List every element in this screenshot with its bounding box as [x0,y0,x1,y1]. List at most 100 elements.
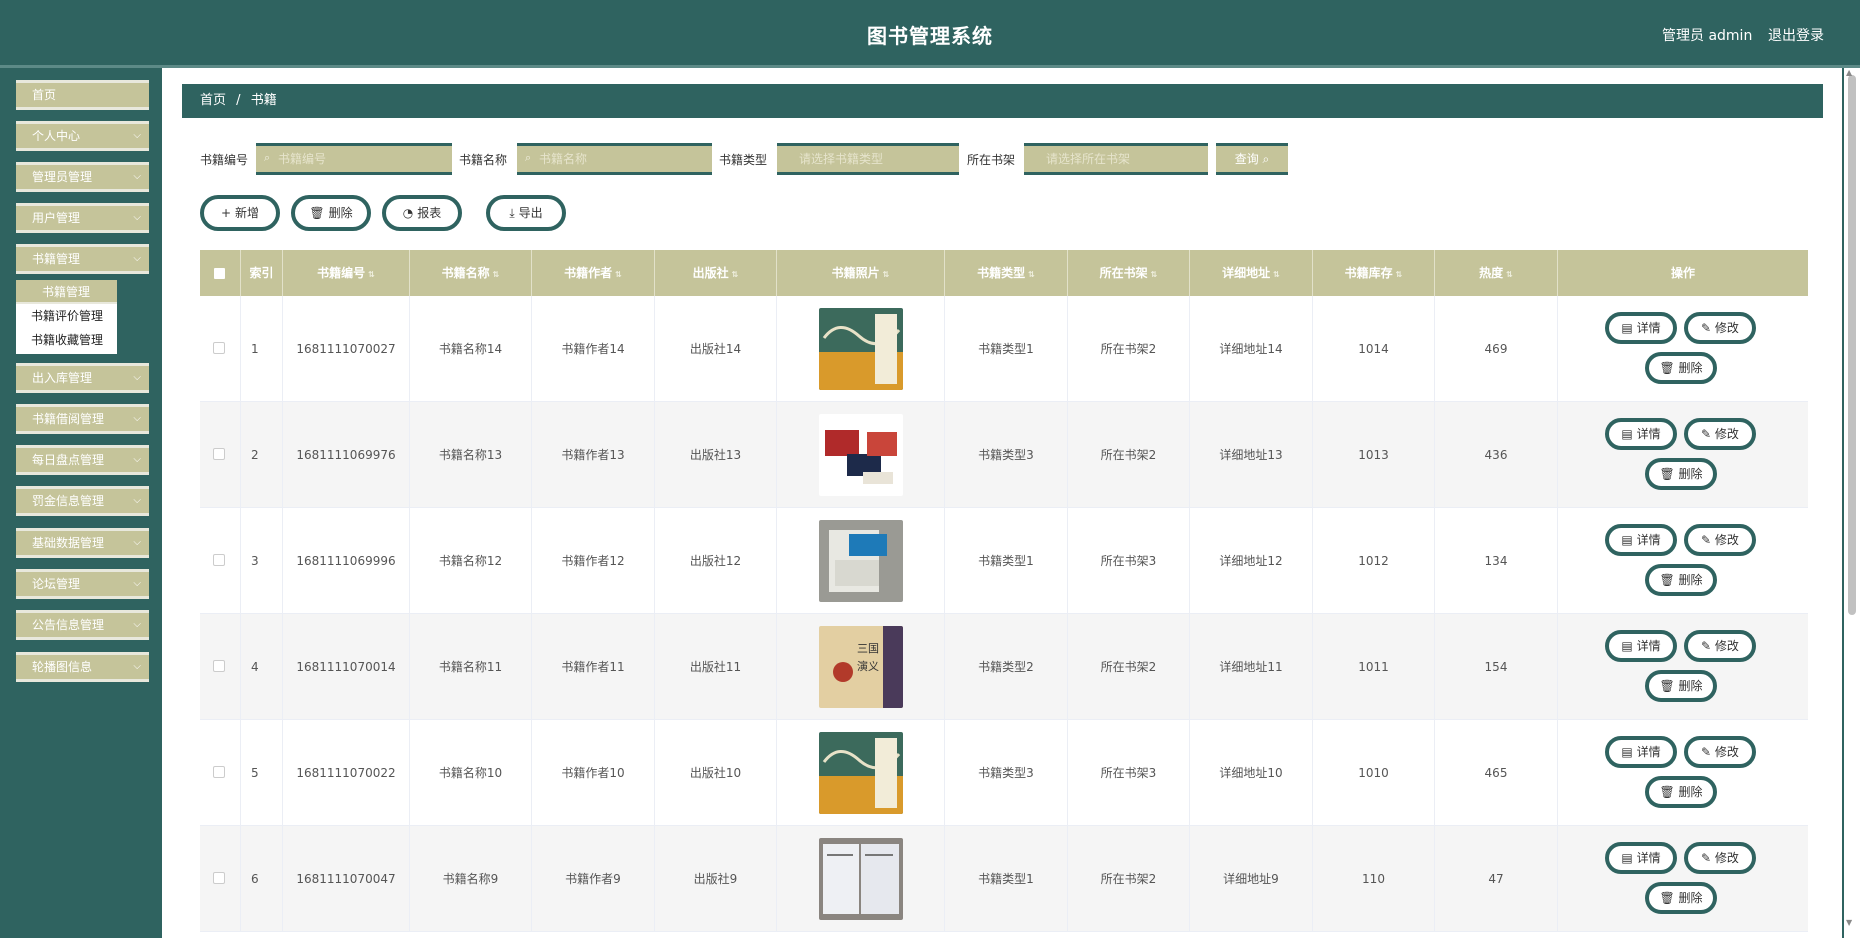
header-book-author[interactable]: 书籍作者 ⇅ [532,250,655,296]
header-heat[interactable]: 热度 ⇅ [1435,250,1558,296]
row-actions-cell: ▤ 详情 ✎ 修改 🗑 删除 [1558,614,1808,720]
header-stock[interactable]: 书籍库存 ⇅ [1313,250,1435,296]
sidebar-item-home[interactable]: 首页 [16,80,149,110]
delete-button-label: 删除 [1678,891,1703,905]
sidebar-item-daily-inventory[interactable]: 每日盘点管理 ⌵ [16,445,149,475]
breadcrumb-home[interactable]: 首页 [200,93,226,108]
header-book-name[interactable]: 书籍名称 ⇅ [410,250,532,296]
book-type-label: 书籍类型 [719,153,768,167]
header-press[interactable]: 出版社 ⇅ [655,250,777,296]
row-delete-button[interactable]: 🗑 删除 [1645,458,1717,490]
edit-button[interactable]: ✎ 修改 [1684,842,1756,874]
edit-button-label: 修改 [1714,427,1739,441]
row-checkbox[interactable] [213,766,225,778]
row-checkbox[interactable] [213,872,225,884]
sidebar-item-label: 罚金信息管理 [32,494,105,508]
chevron-down-icon: ⌵ [133,212,141,223]
detail-button[interactable]: ▤ 详情 [1605,524,1677,556]
submenu-item-books[interactable]: 书籍管理 [16,280,117,304]
sort-icon: ⇅ [1395,270,1403,279]
row-checkbox[interactable] [213,342,225,354]
scroll-down-icon[interactable]: ▼ [1846,918,1852,927]
book-thumbnail[interactable] [819,838,903,920]
sidebar-item-label: 出入库管理 [32,371,93,385]
header-book-type[interactable]: 书籍类型 ⇅ [945,250,1068,296]
sidebar-item-base-data[interactable]: 基础数据管理 ⌵ [16,528,149,558]
cell-code: 1681111070047 [283,826,410,932]
row-checkbox[interactable] [213,554,225,566]
export-button[interactable]: ⤓ 导出 [486,195,566,231]
row-delete-button[interactable]: 🗑 删除 [1645,882,1717,914]
book-type-select[interactable] [777,143,959,175]
sidebar-item-label: 公告信息管理 [32,618,105,632]
detail-button[interactable]: ▤ 详情 [1605,842,1677,874]
sidebar-item-forum[interactable]: 论坛管理 ⌵ [16,569,149,599]
book-photo-cell [777,402,945,508]
sidebar-item-fines[interactable]: 罚金信息管理 ⌵ [16,486,149,516]
cell-index: 5 [241,720,283,826]
row-actions-cell: ▤ 详情 ✎ 修改 🗑 删除 [1558,402,1808,508]
detail-button[interactable]: ▤ 详情 [1605,418,1677,450]
header-shelf[interactable]: 所在书架 ⇅ [1068,250,1190,296]
add-button[interactable]: + 新增 [200,195,280,231]
edit-button[interactable]: ✎ 修改 [1684,312,1756,344]
book-photo-cell [777,508,945,614]
plus-icon: + [220,206,232,220]
header-address[interactable]: 详细地址 ⇅ [1190,250,1313,296]
sidebar-item-admin-management[interactable]: 管理员管理 ⌵ [16,162,149,192]
row-delete-button[interactable]: 🗑 删除 [1645,776,1717,808]
scroll-up-icon[interactable]: ▲ [1846,68,1852,77]
sidebar-item-announcements[interactable]: 公告信息管理 ⌵ [16,610,149,640]
sidebar-item-book-management[interactable]: 书籍管理 ⌵ [16,244,149,274]
sidebar-item-borrowing[interactable]: 书籍借阅管理 ⌵ [16,404,149,434]
row-delete-button[interactable]: 🗑 删除 [1645,352,1717,384]
shelf-select[interactable] [1024,143,1208,175]
cell-heat: 47 [1435,826,1558,932]
row-checkbox[interactable] [213,660,225,672]
cell-heat: 469 [1435,296,1558,402]
book-thumbnail[interactable] [819,520,903,602]
header-book-photo[interactable]: 书籍照片 ⇅ [777,250,945,296]
sidebar-item-personal-center[interactable]: 个人中心 ⌵ [16,121,149,151]
trash-icon: 🗑 [309,206,325,220]
row-select-cell [200,402,241,508]
submenu-item-book-reviews[interactable]: 书籍评价管理 [16,304,117,328]
cell-type: 书籍类型2 [945,614,1068,720]
book-thumbnail[interactable] [819,414,903,496]
report-button[interactable]: ◔ 报表 [382,195,462,231]
cell-shelf: 所在书架2 [1068,402,1190,508]
pencil-icon: ✎ [1701,745,1715,759]
sidebar-item-user-management[interactable]: 用户管理 ⌵ [16,203,149,233]
row-delete-button[interactable]: 🗑 删除 [1645,670,1717,702]
book-thumbnail[interactable] [819,732,903,814]
cell-shelf: 所在书架3 [1068,720,1190,826]
row-delete-button[interactable]: 🗑 删除 [1645,564,1717,596]
delete-button[interactable]: 🗑 删除 [291,195,371,231]
document-icon: ▤ [1621,851,1637,865]
search-icon: ⌕ [1262,152,1270,166]
book-thumbnail[interactable] [819,308,903,390]
detail-button[interactable]: ▤ 详情 [1605,630,1677,662]
detail-button[interactable]: ▤ 详情 [1605,736,1677,768]
book-thumbnail[interactable]: 三国 演义 [819,626,903,708]
edit-button[interactable]: ✎ 修改 [1684,418,1756,450]
sidebar-item-stock-io[interactable]: 出入库管理 ⌵ [16,363,149,393]
scrollbar-thumb[interactable] [1848,75,1856,615]
header-book-code[interactable]: 书籍编号 ⇅ [283,250,410,296]
edit-button-label: 修改 [1714,639,1739,653]
row-checkbox[interactable] [213,448,225,460]
select-all-checkbox[interactable] [214,268,225,279]
edit-button[interactable]: ✎ 修改 [1684,630,1756,662]
cell-code: 1681111069976 [283,402,410,508]
query-button[interactable]: 查询 ⌕ [1216,143,1288,175]
logout-link[interactable]: 退出登录 [1768,25,1824,45]
edit-button[interactable]: ✎ 修改 [1684,736,1756,768]
detail-button[interactable]: ▤ 详情 [1605,312,1677,344]
sidebar-item-label: 轮播图信息 [32,660,93,674]
book-name-input[interactable] [517,143,712,175]
book-code-input[interactable] [256,143,452,175]
submenu-item-book-favorites[interactable]: 书籍收藏管理 [16,328,117,352]
sidebar-item-label: 论坛管理 [32,577,81,591]
sidebar-item-carousel[interactable]: 轮播图信息 ⌵ [16,652,149,682]
edit-button[interactable]: ✎ 修改 [1684,524,1756,556]
